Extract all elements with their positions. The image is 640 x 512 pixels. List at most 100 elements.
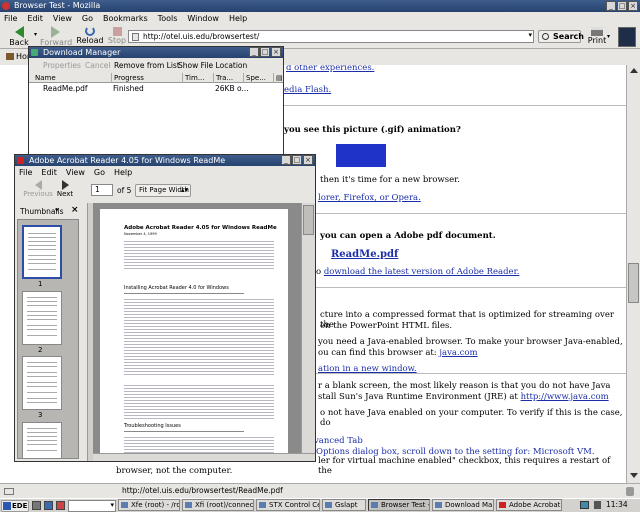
url-dropdown-icon[interactable]: ▾ [528, 31, 532, 39]
properties-button[interactable]: Properties [43, 58, 81, 73]
col-name[interactable]: Name [35, 73, 56, 83]
dm-minimize-button[interactable]: _ [249, 47, 259, 57]
task-browser-test[interactable]: Browser Test - Mc [368, 499, 430, 511]
task-download-manager[interactable]: Download Manag [432, 499, 494, 511]
java-com-link[interactable]: java.com [439, 348, 477, 358]
mozilla-icon [371, 502, 378, 508]
col-speed[interactable]: Spe... [243, 73, 266, 83]
back-button[interactable]: Back [6, 26, 32, 47]
acrobat-title-bar[interactable]: Adobe Acrobat Reader 4.05 for Windows Re… [15, 155, 315, 166]
col-progress[interactable]: Progress [111, 73, 144, 83]
quicklaunch-icon[interactable] [44, 501, 53, 510]
ar-minimize-button[interactable]: _ [281, 155, 291, 165]
next-button[interactable]: Next [55, 180, 75, 198]
download-manager-title: Download Manager [43, 48, 121, 57]
column-picker-icon[interactable]: ▤ [273, 73, 283, 83]
jre-link[interactable]: http://www.java.com [521, 392, 609, 402]
doc-scroll-thumb[interactable] [303, 205, 314, 235]
ar-menu-view[interactable]: View [66, 166, 85, 179]
menu-view[interactable]: View [53, 12, 72, 25]
search-button[interactable]: Search [538, 30, 584, 43]
menu-window[interactable]: Window [187, 12, 219, 25]
task-xfe-root[interactable]: Xfe (root) - /roo [118, 499, 180, 511]
adobe-line: o download the latest version of Adobe R… [316, 267, 519, 277]
col-time[interactable]: Tim... [182, 73, 205, 83]
dm-maximize-button[interactable]: □ [260, 47, 270, 57]
task-acrobat[interactable]: Adobe Acrobat Re [496, 499, 562, 511]
flash-link[interactable]: edia Flash. [284, 85, 331, 95]
quicklaunch-icon[interactable] [32, 501, 41, 510]
print-button[interactable]: Print [586, 26, 608, 45]
pdf-page: Adobe Acrobat Reader 4.05 for Windows Re… [100, 209, 288, 453]
forward-button[interactable]: Forward [40, 26, 72, 47]
cancel-button[interactable]: Cancel [85, 58, 110, 73]
workspace-selector[interactable]: ▾ [68, 500, 116, 512]
menu-file[interactable]: File [4, 12, 17, 25]
remove-from-list-button[interactable]: Remove from List [114, 58, 180, 73]
thumbnail-page[interactable] [22, 422, 62, 458]
task-xfi-root[interactable]: Xfi (root)/connecti [182, 499, 254, 511]
maximize-button[interactable]: □ [617, 1, 627, 11]
page-scrollbar[interactable] [626, 65, 640, 483]
document-scrollbar[interactable] [301, 203, 315, 453]
url-text: http://otel.uis.edu/browsertest/ [143, 32, 260, 41]
zoom-select[interactable]: Fit Page Width ▴▾ [135, 184, 191, 197]
task-acrobat-label: Adobe Acrobat Re [509, 501, 561, 509]
network-icon[interactable] [580, 501, 589, 509]
page-number-input[interactable]: 1 [91, 184, 113, 196]
thumbnails-dropdown-icon[interactable]: ▾ [55, 206, 59, 214]
dm-close-button[interactable]: × [271, 47, 281, 57]
thumbnail-page[interactable] [22, 291, 62, 345]
home-icon [6, 53, 14, 60]
task-gslapt-label: Gslapt [335, 501, 358, 509]
ar-menu-file[interactable]: File [19, 166, 32, 179]
download-icon [435, 502, 442, 508]
col-transferred[interactable]: Tra... [213, 73, 233, 83]
print-dropdown-icon[interactable]: ▾ [607, 33, 610, 40]
download-manager-title-bar[interactable]: Download Manager _ □ × [29, 47, 283, 58]
stop-button[interactable]: Stop [106, 26, 128, 45]
task-stx-control[interactable]: STX Control Centr [256, 499, 320, 511]
pdf-rule [124, 431, 244, 432]
quicklaunch-icon[interactable] [56, 501, 65, 510]
ar-menu-edit[interactable]: Edit [41, 166, 57, 179]
scroll-up-icon[interactable] [630, 68, 638, 73]
clock[interactable]: 11:34 [606, 500, 628, 509]
back-dropdown-icon[interactable]: ▾ [34, 31, 37, 38]
scroll-thumb[interactable] [628, 263, 639, 303]
minimize-button[interactable]: _ [606, 1, 616, 11]
browser-title: Browser Test - Mozilla [14, 1, 101, 10]
close-panel-icon[interactable]: × [71, 205, 79, 215]
thumbnail-page[interactable] [22, 356, 62, 410]
menu-go[interactable]: Go [82, 12, 93, 25]
scroll-down-icon[interactable] [630, 473, 638, 478]
volume-icon[interactable] [594, 501, 601, 509]
ar-close-button[interactable]: × [303, 155, 313, 165]
browser-title-bar[interactable]: Browser Test - Mozilla _ □ × [0, 0, 640, 12]
experiences-link[interactable]: d other experiences. [286, 65, 374, 73]
task-gslapt[interactable]: Gslapt [322, 499, 366, 511]
reload-button[interactable]: Reload [76, 26, 104, 45]
document-hscrollbar[interactable] [93, 453, 315, 461]
menu-bookmarks[interactable]: Bookmarks [103, 12, 148, 25]
ar-menu-go[interactable]: Go [94, 166, 105, 179]
task-stx-control-label: STX Control Centr [269, 501, 319, 509]
menu-edit[interactable]: Edit [27, 12, 43, 25]
pdf-paragraph [124, 239, 274, 269]
menu-tools[interactable]: Tools [158, 12, 178, 25]
menu-help[interactable]: Help [229, 12, 247, 25]
show-file-location-button[interactable]: Show File Location [178, 58, 247, 73]
thumbnail-page[interactable] [22, 225, 62, 279]
start-button[interactable]: EDE [1, 500, 29, 512]
browsers-link[interactable]: lorer, Firefox, or Opera. [318, 193, 421, 203]
download-toolbar: Properties Cancel Remove from List Show … [29, 58, 283, 73]
table-row[interactable]: ReadMe.pdf Finished 26KB o... [29, 84, 283, 94]
ar-maximize-button[interactable]: □ [292, 155, 302, 165]
close-button[interactable]: × [628, 1, 638, 11]
adobe-link[interactable]: download the latest version of Adobe Rea… [324, 267, 520, 277]
folder-icon [185, 502, 192, 508]
previous-button[interactable]: Previous [21, 180, 55, 198]
ar-menu-help[interactable]: Help [114, 166, 132, 179]
url-bar[interactable]: http://otel.uis.edu/browsertest/ ▾ [128, 30, 534, 43]
readme-link[interactable]: ReadMe.pdf [331, 249, 398, 260]
